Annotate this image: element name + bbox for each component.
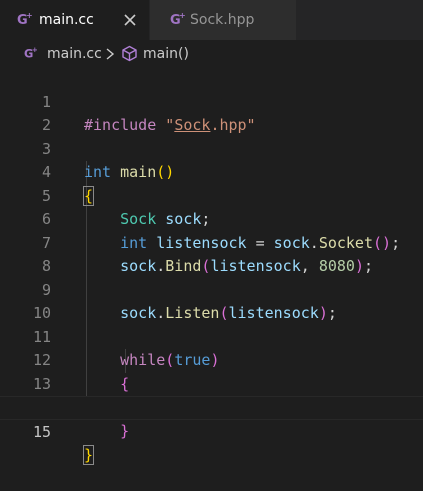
code-text: }	[120, 421, 130, 440]
code-line: 11 while(true)	[0, 302, 423, 370]
code-line: 2	[0, 91, 423, 134]
line-number: 15	[32, 422, 51, 441]
cpp-file-icon: G +	[170, 11, 186, 27]
code-editor[interactable]: 1 #include "Sock.hpp" 2 3 int main() 4 {…	[0, 67, 423, 465]
code-line: 3 int main()	[0, 114, 423, 182]
code-line: 1 #include "Sock.hpp"	[0, 67, 423, 135]
code-line: 5 Sock sock;	[0, 161, 423, 229]
breadcrumb-symbol[interactable]: main()	[143, 45, 189, 63]
method-cube-icon	[122, 45, 137, 62]
code-line: 7 sock.Bind(listensock, 8080);	[0, 208, 423, 276]
tab-sock-hpp[interactable]: G + Sock.hpp	[149, 0, 296, 40]
code-line: 9 sock.Listen(listensock);	[0, 255, 423, 323]
matched-bracket: }	[82, 445, 95, 465]
code-line: 13 sleep(1);	[0, 349, 423, 417]
breadcrumb: G + main.cc main()	[0, 43, 423, 65]
code-line: 6 int listensock = sock.Socket();	[0, 185, 423, 252]
code-line: 12 {	[0, 326, 423, 393]
code-line: 14 }	[0, 373, 423, 440]
breadcrumb-file[interactable]: main.cc	[47, 45, 102, 63]
tab-label: main.cc	[39, 12, 94, 28]
svg-text:+: +	[26, 11, 33, 20]
code-text: }	[82, 444, 95, 468]
cpp-file-icon: G +	[17, 11, 33, 27]
tab-bar: G + main.cc G + Sock.hpp	[0, 0, 423, 40]
code-line: 8	[0, 232, 423, 275]
cpp-file-icon: G +	[24, 46, 38, 60]
svg-text:+: +	[179, 11, 186, 20]
svg-text:+: +	[32, 46, 38, 54]
code-line-current: 15 }	[0, 396, 423, 465]
code-line: 10	[0, 279, 423, 322]
tab-label: Sock.hpp	[190, 12, 255, 28]
tab-main-cc[interactable]: G + main.cc	[0, 0, 149, 40]
code-line: 4 {	[0, 138, 423, 206]
chevron-right-icon	[106, 48, 115, 60]
close-icon[interactable]	[120, 10, 140, 30]
